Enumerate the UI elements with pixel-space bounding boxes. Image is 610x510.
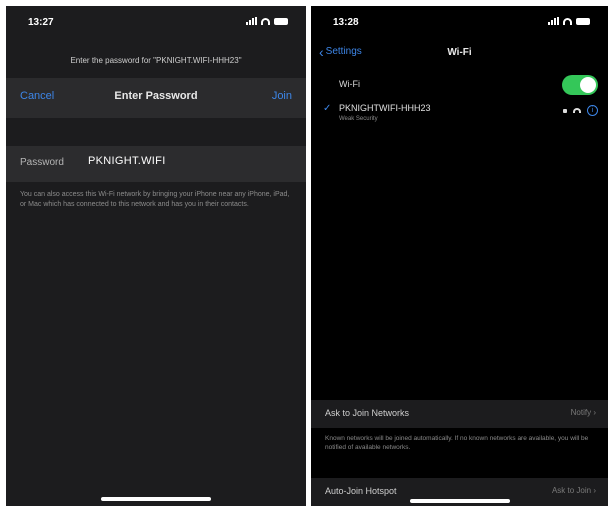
wifi-label: Wi-Fi (339, 79, 360, 89)
chevron-right-icon: › (593, 486, 596, 495)
ask-to-join-label: Ask to Join Networks (325, 408, 410, 418)
auto-join-hotspot-label: Auto-Join Hotspot (325, 486, 397, 496)
password-hint: You can also access this Wi-Fi network b… (20, 191, 290, 208)
battery-icon (576, 17, 590, 25)
battery-icon (274, 17, 288, 25)
password-input[interactable]: PKNIGHT.WIFI (88, 155, 166, 167)
info-icon[interactable]: i (587, 105, 598, 116)
ask-to-join-hint: Known networks will be joined automatica… (325, 435, 589, 451)
back-button[interactable]: ‹ Settings (319, 43, 362, 60)
password-prompt: Enter the password for "PKNIGHT.WIFI-HHH… (70, 56, 242, 65)
back-label: Settings (325, 46, 362, 57)
wifi-settings-screen: 13:28 ‹ Settings Wi-Fi Wi-Fi ✓ PKNIGHTWI… (311, 6, 608, 506)
ask-to-join-row[interactable]: Ask to Join Networks Notify › (311, 400, 608, 428)
password-label: Password (20, 157, 64, 168)
status-time: 13:27 (28, 17, 54, 28)
cancel-button[interactable]: Cancel (20, 90, 54, 102)
status-time: 13:28 (333, 17, 359, 28)
cellular-signal-icon (246, 17, 257, 25)
ask-to-join-value-text: Notify (570, 408, 592, 417)
wifi-navbar: ‹ Settings Wi-Fi (311, 43, 608, 66)
lock-icon (563, 108, 567, 113)
password-field[interactable]: Password PKNIGHT.WIFI (6, 146, 306, 182)
network-icons: i (563, 105, 598, 116)
status-icons (246, 17, 288, 25)
wifi-status-icon (563, 17, 572, 25)
auto-join-hotspot-value-text: Ask to Join (551, 486, 592, 495)
checkmark-icon: ✓ (323, 103, 332, 114)
status-icons (548, 17, 590, 25)
join-button[interactable]: Join (272, 90, 292, 102)
wifi-toggle-row: Wi-Fi (311, 72, 608, 98)
status-bar: 13:27 (6, 6, 306, 34)
wifi-toggle[interactable] (562, 75, 598, 95)
chevron-right-icon: › (593, 408, 596, 417)
password-screen: 13:27 Enter the password for "PKNIGHT.WI… (6, 6, 306, 506)
connected-network-row[interactable]: ✓ PKNIGHTWIFI-HHH23 Weak Security i (311, 98, 608, 128)
network-name: PKNIGHTWIFI-HHH23 (339, 103, 431, 113)
wifi-status-icon (261, 17, 270, 25)
wifi-strength-icon (573, 108, 581, 113)
network-security: Weak Security (339, 116, 378, 122)
toggle-knob (580, 77, 596, 93)
home-indicator[interactable] (101, 497, 211, 501)
auto-join-hotspot-value: Ask to Join › (552, 486, 596, 495)
home-indicator[interactable] (409, 499, 510, 503)
password-navbar: Cancel Enter Password Join (6, 78, 306, 118)
chevron-left-icon: ‹ (319, 43, 324, 60)
cellular-signal-icon (548, 17, 559, 25)
status-bar: 13:28 (311, 6, 608, 34)
ask-to-join-value: Notify › (571, 408, 596, 417)
